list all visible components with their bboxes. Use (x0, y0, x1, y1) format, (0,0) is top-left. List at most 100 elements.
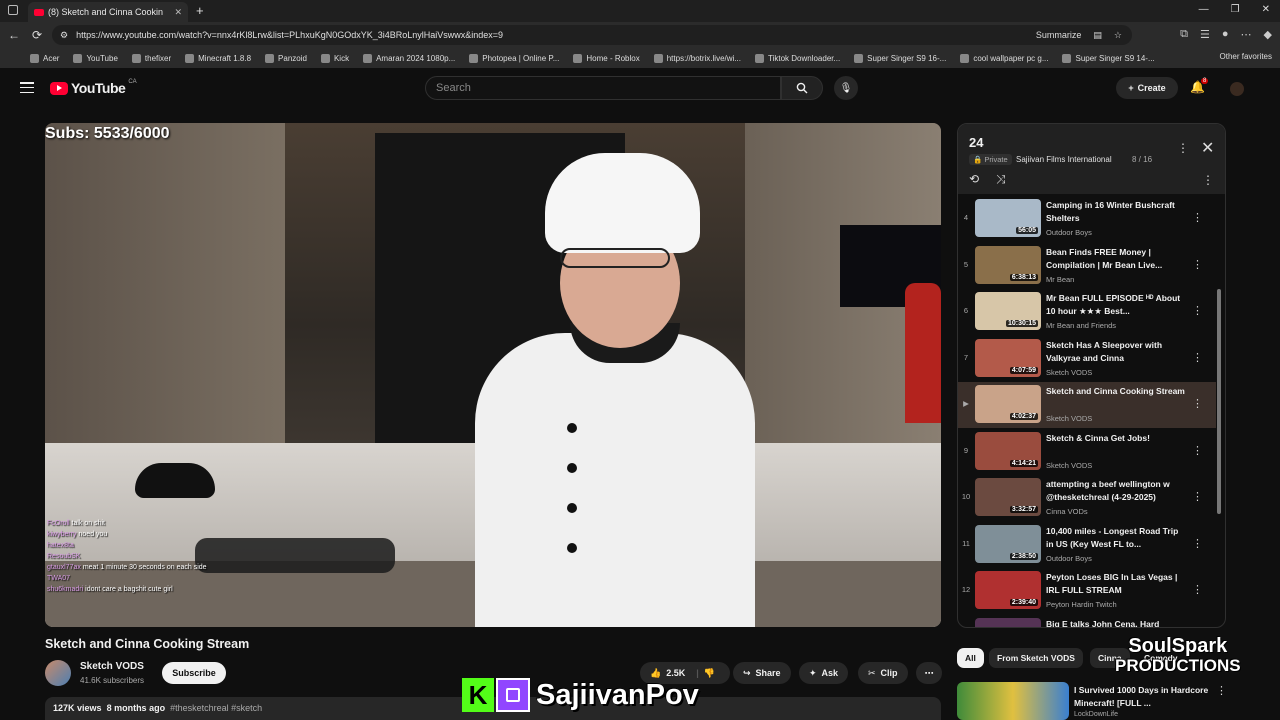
bookmark-item[interactable]: https://botrix.live/wi... (653, 53, 741, 63)
hashtags[interactable]: #thesketchreal #sketch (170, 703, 262, 713)
window-menu-icon[interactable] (8, 5, 18, 15)
dislike-icon[interactable]: 👎 (704, 668, 715, 679)
subscribe-button[interactable]: Subscribe (162, 662, 226, 684)
recommended-menu-icon[interactable]: ⋮ (1216, 684, 1227, 697)
menu-icon[interactable] (20, 82, 34, 93)
bookmark-item[interactable]: Amaran 2024 1080p... (363, 53, 455, 63)
profile-icon[interactable]: ● (1222, 28, 1229, 41)
chip-all[interactable]: All (957, 648, 984, 668)
loop-icon[interactable]: ⟲ (969, 172, 979, 186)
playlist-item-thumbnail[interactable] (975, 617, 1041, 627)
playlist-item[interactable]: 5 6:38:13 Bean Finds FREE Money | Compilat… (958, 243, 1216, 289)
maximize-icon[interactable]: ❐ (1231, 4, 1240, 15)
like-icon[interactable]: 👍 (650, 668, 661, 679)
bookmark-item[interactable]: Panzoid (265, 53, 307, 63)
playlist-item-title[interactable]: Mr Bean FULL EPISODE ᴴᴰ About 10 hour ★★… (1046, 292, 1186, 318)
playlist-item-title[interactable]: Sketch & Cinna Get Jobs! (1046, 432, 1186, 445)
bookmark-item[interactable]: Kick (320, 53, 349, 63)
playlist-options-icon[interactable]: ⋮ (1202, 173, 1214, 187)
playlist-item-menu-icon[interactable]: ⋮ (1192, 258, 1203, 271)
shuffle-icon[interactable]: ⤨ (996, 172, 1006, 187)
chip-from-sketch-vods[interactable]: From Sketch VODS (989, 648, 1083, 668)
minimize-icon[interactable]: — (1199, 4, 1209, 15)
create-button[interactable]: + Create (1116, 77, 1178, 99)
copilot-icon[interactable]: ◆ (1264, 28, 1272, 41)
playlist-item-thumbnail[interactable]: 4:14:21 (975, 431, 1041, 470)
recommended-channel[interactable]: LockDownLife (1074, 711, 1118, 718)
scrollbar-thumb[interactable] (1217, 289, 1221, 514)
playlist-item-title[interactable]: Sketch and Cinna Cooking Stream (1046, 385, 1186, 398)
playlist-item-menu-icon[interactable]: ⋮ (1192, 304, 1203, 317)
site-info-icon[interactable]: ⚙ (60, 30, 68, 41)
playlist-item-title[interactable]: Bean Finds FREE Money | Compilation | Mr… (1046, 246, 1186, 272)
clip-button[interactable]: ✂ Clip (858, 662, 908, 684)
reload-icon[interactable]: ⟳ (32, 28, 42, 42)
close-playlist-icon[interactable]: ✕ (1201, 138, 1214, 158)
playlist-item-thumbnail[interactable]: 6:38:13 (975, 245, 1041, 284)
bookmark-item[interactable]: YouTube (73, 53, 118, 63)
voice-search-button[interactable]: 🎙 (834, 76, 858, 100)
playlist-item-menu-icon[interactable]: ⋮ (1192, 537, 1203, 550)
playlist-item-menu-icon[interactable]: ⋮ (1192, 583, 1203, 596)
playlist-item-thumbnail[interactable]: 4:07:59 (975, 338, 1041, 377)
playlist-item-menu-icon[interactable]: ⋮ (1192, 351, 1203, 364)
back-icon[interactable]: ← (8, 28, 20, 42)
playlist-item[interactable]: 7 4:07:59 Sketch Has A Sleepover with Valk… (958, 336, 1216, 382)
playlist-title[interactable]: 24 (969, 135, 983, 150)
favorite-star-icon[interactable]: ☆ (1114, 30, 1122, 41)
extensions-icon[interactable]: ⧉ (1180, 28, 1188, 41)
bookmark-item[interactable]: Photopea | Online P... (469, 53, 559, 63)
address-bar[interactable]: ⚙ https://www.youtube.com/watch?v=nnx4rK… (52, 25, 1132, 45)
playlist-item-title[interactable]: Sketch Has A Sleepover with Valkyrae and… (1046, 339, 1186, 365)
search-button[interactable] (781, 76, 823, 100)
bookmark-item[interactable]: cool wallpaper pc g... (960, 53, 1048, 63)
reader-icon[interactable]: ▤ (1093, 30, 1102, 41)
bookmark-item[interactable]: Tiktok Downloader... (754, 53, 840, 63)
playlist-menu-icon[interactable]: ⋮ (1177, 141, 1189, 155)
playlist-item[interactable]: 12 2:39:40 Peyton Loses BIG In Las Vegas |… (958, 568, 1216, 614)
playlist-item-thumbnail[interactable]: 2:39:40 (975, 571, 1041, 609)
close-window-icon[interactable]: ✕ (1262, 4, 1270, 15)
bookmark-item[interactable]: Acer (30, 53, 59, 63)
playlist-item-title[interactable]: Camping in 16 Winter Bushcraft Shelters (1046, 199, 1186, 225)
playlist-item-title[interactable]: Big E talks John Cena, Hard (1046, 618, 1186, 628)
playlist-item-thumbnail[interactable]: 10:30:15 (975, 292, 1041, 330)
playlist-item-title[interactable]: attempting a beef wellington w @thesketc… (1046, 478, 1186, 504)
playlist-item[interactable]: 4 56:05 Camping in 16 Winter Bushcraft She… (958, 196, 1216, 242)
playlist-item-thumbnail[interactable]: 56:05 (975, 199, 1041, 237)
ask-button[interactable]: ✦ Ask (799, 662, 849, 684)
search-input[interactable]: Search (425, 76, 781, 100)
more-icon[interactable]: ⋯ (1241, 28, 1252, 41)
other-favorites[interactable]: Other favorites (1220, 52, 1272, 61)
playlist-item-title[interactable]: Peyton Loses BIG In Las Vegas | IRL FULL… (1046, 571, 1186, 597)
playlist-item-thumbnail[interactable]: 2:38:50 (975, 524, 1041, 563)
bookmark-item[interactable]: Home - Roblox (573, 53, 640, 63)
playlist-item-thumbnail[interactable]: 4:02:37 (975, 385, 1041, 423)
playlist-item[interactable]: 11 2:38:50 10,400 miles - Longest Road Tri… (958, 522, 1216, 568)
playlist-item[interactable]: 9 4:14:21 Sketch & Cinna Get Jobs! Sketch V… (958, 429, 1216, 475)
share-button[interactable]: ↪ Share (733, 662, 791, 684)
favorites-icon[interactable]: ☰ (1200, 28, 1210, 41)
recommended-title[interactable]: I Survived 1000 Days in Hardcore Minecra… (1074, 684, 1214, 710)
playlist-item-menu-icon[interactable]: ⋮ (1192, 444, 1203, 457)
recommended-thumbnail[interactable] (957, 682, 1069, 720)
browser-tab[interactable]: (8) Sketch and Cinna Cookin ✕ (28, 2, 188, 22)
bookmark-item[interactable]: Super Singer S9 16-... (854, 53, 946, 63)
bookmark-item[interactable]: Minecraft 1.8.8 (185, 53, 251, 63)
bookmark-item[interactable]: thefixer (131, 53, 171, 63)
playlist-item-menu-icon[interactable]: ⋮ (1192, 211, 1203, 224)
playlist-scrollbar[interactable] (1216, 199, 1222, 624)
playlist-item-title[interactable]: 10,400 miles - Longest Road Trip in US (… (1046, 525, 1186, 551)
channel-name[interactable]: Sketch VODS (80, 661, 144, 672)
playlist-item-menu-icon[interactable]: ⋮ (1192, 490, 1203, 503)
account-avatar[interactable] (1230, 82, 1244, 96)
playlist-item[interactable]: ▶ 4:02:37 Sketch and Cinna Cooking Stream S… (958, 382, 1216, 428)
playlist-item[interactable]: 6 10:30:15 Mr Bean FULL EPISODE ᴴᴰ About 1… (958, 289, 1216, 335)
like-count[interactable]: 2.5K (666, 668, 685, 678)
bookmark-item[interactable]: Super Singer S9 14-... (1062, 53, 1155, 63)
new-tab-icon[interactable]: + (196, 3, 204, 18)
video-player[interactable]: Subs: 5533/6000 FcOroll talk on shit kiwy… (45, 123, 941, 627)
playlist-owner[interactable]: Sajiivan Films International (1016, 155, 1112, 164)
youtube-logo[interactable]: YouTube CA (50, 79, 137, 96)
playlist-item-thumbnail[interactable]: 3:32:57 (975, 478, 1041, 516)
